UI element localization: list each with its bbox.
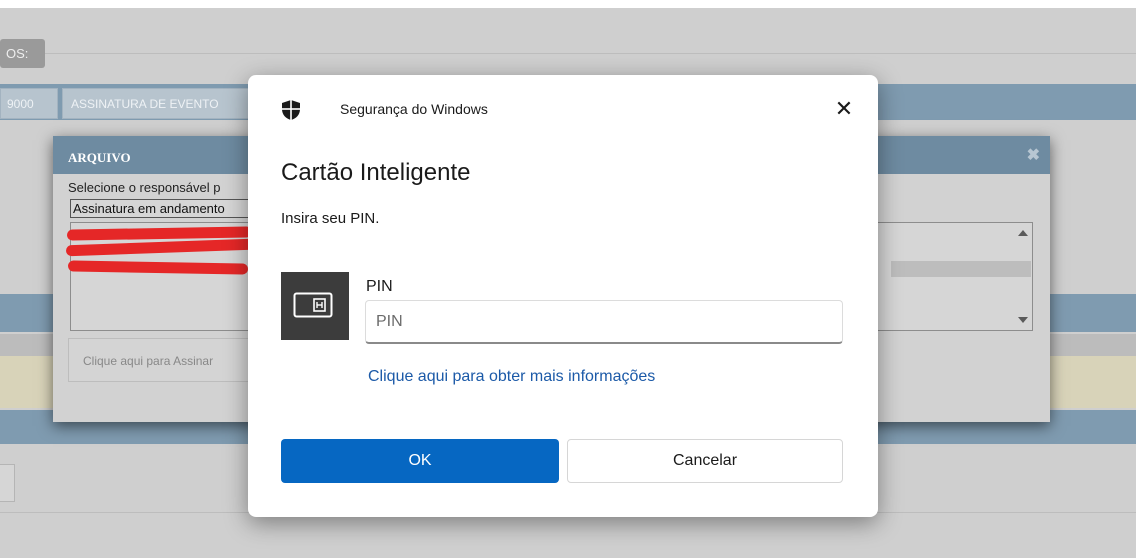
sign-button[interactable]: Clique aqui para Assinar — [68, 338, 258, 382]
responsavel-label: Selecione o responsável p — [68, 180, 221, 195]
pin-input[interactable] — [365, 300, 843, 344]
scrollbar-arrows-icon[interactable] — [1014, 223, 1032, 330]
close-icon[interactable]: ✖ — [1027, 145, 1040, 165]
scrollbar[interactable] — [1014, 223, 1032, 330]
ok-button[interactable]: OK — [281, 439, 559, 483]
dialog-header-title: Segurança do Windows — [340, 101, 488, 117]
selected-list-item[interactable] — [891, 261, 1031, 277]
divider — [45, 53, 1136, 54]
arquivo-panel-title: ARQUIVO — [68, 150, 131, 165]
smart-card-tile — [281, 272, 349, 340]
tab-9000[interactable]: 9000 — [0, 88, 58, 119]
top-strip — [0, 0, 1136, 8]
more-info-link[interactable]: Clique aqui para obter mais informações — [368, 368, 655, 386]
windows-security-dialog: Segurança do Windows ✕ Cartão Inteligent… — [248, 75, 878, 517]
background-input[interactable] — [0, 464, 15, 502]
tab-assinatura-de-evento[interactable]: ASSINATURA DE EVENTO — [62, 88, 254, 119]
dialog-title: Cartão Inteligente — [281, 159, 471, 186]
shield-icon — [282, 100, 300, 120]
dialog-instruction: Insira seu PIN. — [281, 210, 380, 227]
close-icon[interactable]: ✕ — [834, 98, 854, 120]
responsavel-select[interactable]: Assinatura em andamento — [70, 199, 270, 218]
pin-label: PIN — [366, 278, 393, 295]
smart-card-icon — [293, 292, 333, 318]
cancel-button[interactable]: Cancelar — [567, 439, 843, 483]
os-button[interactable]: OS: — [0, 39, 45, 68]
